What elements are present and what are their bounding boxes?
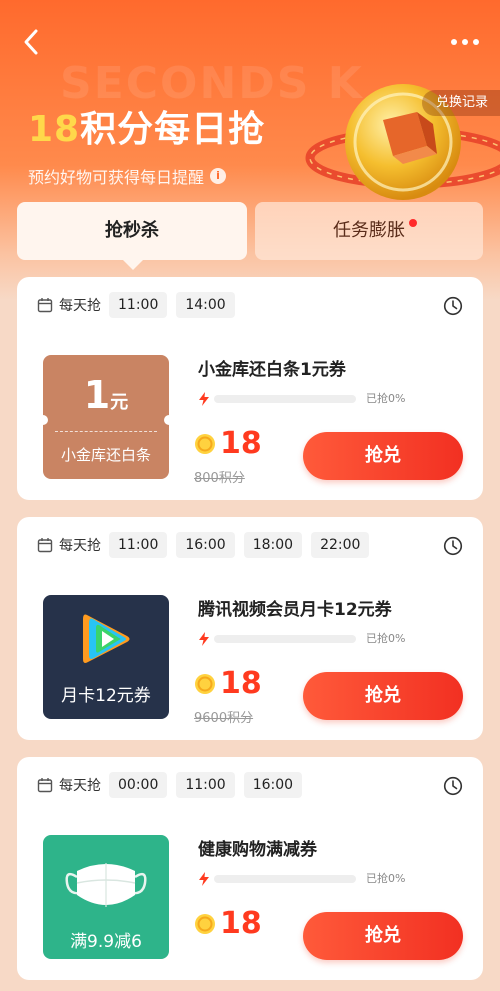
video-play-logo-icon	[83, 614, 130, 663]
face-mask-icon	[65, 863, 147, 907]
price-value: 18	[220, 666, 262, 701]
progress-bar	[214, 875, 356, 883]
schedule-label: 每天抢	[59, 298, 101, 314]
progress-bar	[214, 395, 356, 403]
coin-icon	[195, 434, 215, 454]
product-card: 每天抢 11:00 14:00 1元 小金库还白条 小金库还白条1元券 已抢0%…	[17, 277, 483, 500]
back-icon[interactable]	[18, 26, 46, 58]
schedule-row: 每天抢 00:00 11:00 16:00	[37, 771, 311, 799]
redeem-button[interactable]: 抢兑	[303, 432, 463, 480]
time-chip: 11:00	[109, 292, 168, 318]
points-price: 18	[194, 667, 262, 701]
product-card: 每天抢 00:00 11:00 16:00 满9.9减6 健康购物满减券 已抢0…	[17, 757, 483, 980]
lightning-icon	[199, 392, 209, 406]
schedule-label: 每天抢	[59, 538, 101, 554]
product-name[interactable]: 腾讯视频会员月卡12元券	[198, 595, 392, 620]
subtitle-text: 预约好物可获得每日提醒	[28, 168, 205, 187]
calendar-icon	[37, 538, 53, 553]
info-icon[interactable]: i	[210, 168, 227, 184]
page-title: 18积分每日抢	[28, 100, 265, 152]
original-price: 9600积分	[194, 711, 254, 726]
notification-dot	[409, 219, 417, 227]
claim-progress: 已抢0%	[198, 391, 418, 407]
time-chip: 18:00	[243, 532, 303, 558]
coupon-thumbnail[interactable]: 满9.9减6	[43, 835, 169, 959]
time-chip: 22:00	[311, 532, 370, 558]
claim-progress: 已抢0%	[198, 871, 418, 887]
tab-task-boost-label: 任务膨胀	[333, 220, 405, 241]
title-text: 积分每日抢	[80, 109, 266, 150]
coupon-amount: 1	[83, 373, 111, 417]
time-chip: 11:00	[109, 532, 168, 558]
schedule-row: 每天抢 11:00 16:00 18:00 22:00	[37, 531, 378, 559]
points-price: 18	[194, 907, 262, 941]
redeem-button[interactable]: 抢兑	[303, 672, 463, 720]
page-subtitle: 预约好物可获得每日提醒 i	[28, 164, 265, 188]
lightning-icon	[199, 872, 209, 886]
product-card: 每天抢 11:00 16:00 18:00 22:00 月卡12元券 腾讯视频会…	[17, 517, 483, 740]
calendar-icon	[37, 298, 53, 313]
coupon-thumbnail[interactable]: 月卡12元券	[43, 595, 169, 719]
coin-icon	[195, 674, 215, 694]
claim-progress: 已抢0%	[198, 631, 418, 647]
time-chip: 16:00	[176, 532, 235, 558]
progress-text: 已抢0%	[366, 632, 406, 645]
clock-icon[interactable]	[443, 536, 463, 556]
top-bar	[0, 22, 500, 62]
time-chip: 14:00	[176, 292, 235, 318]
original-price: 800积分	[194, 471, 245, 486]
title-block: 18积分每日抢 预约好物可获得每日提醒 i	[28, 100, 265, 188]
more-icon[interactable]	[448, 30, 482, 54]
schedule-label: 每天抢	[59, 778, 101, 794]
schedule-row: 每天抢 11:00 14:00	[37, 291, 244, 319]
title-number: 18	[28, 109, 81, 150]
ticket-divider	[55, 431, 157, 432]
redeem-button[interactable]: 抢兑	[303, 912, 463, 960]
product-name[interactable]: 小金库还白条1元券	[198, 355, 346, 380]
coin-icon	[195, 914, 215, 934]
lightning-icon	[199, 632, 209, 646]
coupon-label: 小金库还白条	[60, 446, 151, 464]
progress-text: 已抢0%	[366, 872, 406, 885]
time-chip: 16:00	[243, 772, 303, 798]
coupon-value: 1元	[43, 373, 169, 417]
points-price: 18	[194, 427, 262, 461]
exchange-history-button[interactable]: 兑换记录	[421, 90, 500, 116]
progress-text: 已抢0%	[366, 392, 406, 405]
price-value: 18	[220, 426, 262, 461]
clock-icon[interactable]	[443, 296, 463, 316]
coupon-label: 月卡12元券	[61, 686, 151, 706]
tab-task-boost[interactable]: 任务膨胀	[255, 202, 483, 260]
tab-flash-sale[interactable]: 抢秒杀	[17, 202, 247, 270]
progress-bar	[214, 635, 356, 643]
coupon-label: 满9.9减6	[70, 932, 142, 952]
product-name[interactable]: 健康购物满减券	[198, 835, 317, 860]
clock-icon[interactable]	[443, 776, 463, 796]
coupon-unit: 元	[110, 392, 129, 413]
price-value: 18	[220, 906, 262, 941]
time-chip: 11:00	[176, 772, 235, 798]
tab-bar: 抢秒杀 任务膨胀	[17, 202, 483, 270]
coupon-thumbnail[interactable]: 1元 小金库还白条	[43, 355, 169, 479]
calendar-icon	[37, 778, 53, 793]
time-chip: 00:00	[109, 772, 168, 798]
